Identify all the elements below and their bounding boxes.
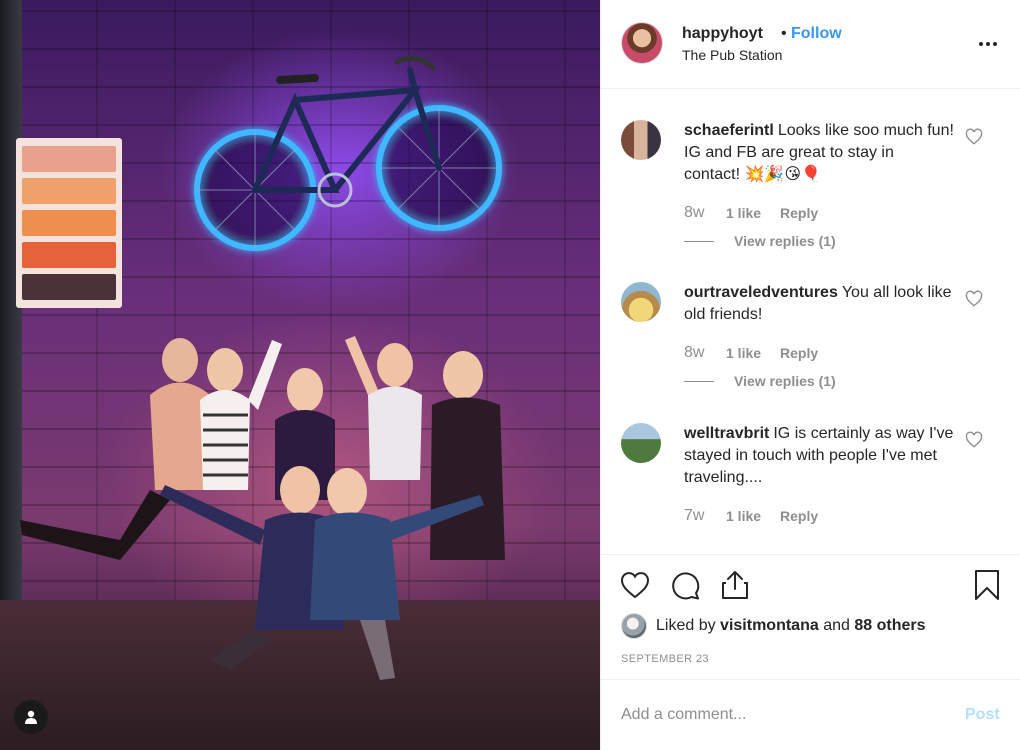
comment-time[interactable]: 8w [684, 204, 726, 222]
post-details-panel: happyhoyt • Follow The Pub Station schae… [600, 0, 1020, 750]
liked-by-row: Liked by visitmontana and 88 others [621, 613, 925, 639]
liked-by-prefix: Liked by [656, 617, 716, 634]
post-location[interactable]: The Pub Station [682, 47, 782, 63]
comment-text: ourtraveledventures You all look like old… [684, 282, 954, 326]
comment-like-heart-icon[interactable] [965, 128, 983, 146]
comment-meta: 8w 1 like Reply [684, 204, 818, 222]
comment-like-heart-icon[interactable] [965, 431, 983, 449]
commenter-username[interactable]: welltravbrit [684, 425, 769, 442]
reply-button[interactable]: Reply [780, 205, 818, 221]
post-photo[interactable] [0, 0, 600, 750]
more-options-icon[interactable] [976, 34, 1000, 54]
header-separator: • [781, 25, 787, 42]
replies-divider [684, 380, 714, 382]
comment-likes[interactable]: 1 like [726, 508, 780, 524]
replies-divider [684, 240, 714, 242]
post-comment-button[interactable]: Post [965, 706, 1000, 724]
comment-time[interactable]: 7w [684, 507, 726, 525]
comments-list[interactable]: schaeferintl Looks like soo much fun! IG … [601, 90, 1020, 553]
view-replies-button[interactable]: View replies (1) [684, 373, 836, 389]
comment-text: welltravbrit IG is certainly as way I've … [684, 423, 954, 489]
post-actions: Liked by visitmontana and 88 others SEPT… [601, 554, 1020, 679]
share-icon[interactable] [719, 569, 751, 601]
user-tag-icon[interactable] [14, 700, 48, 734]
commenter-username[interactable]: schaeferintl [684, 122, 774, 139]
group-of-people [20, 336, 505, 680]
author-avatar[interactable] [621, 22, 663, 64]
commenter-avatar[interactable] [621, 423, 661, 463]
author-username[interactable]: happyhoyt [682, 25, 763, 43]
comment-likes[interactable]: 1 like [726, 345, 780, 361]
view-replies-label: View replies (1) [734, 233, 836, 249]
commenter-avatar[interactable] [621, 120, 661, 160]
follow-button[interactable]: Follow [791, 25, 842, 43]
liked-by-user[interactable]: visitmontana [720, 617, 819, 635]
comment-likes[interactable]: 1 like [726, 205, 780, 221]
post-date[interactable]: SEPTEMBER 23 [621, 653, 709, 665]
add-comment-input[interactable] [621, 702, 951, 728]
heart-icon[interactable] [619, 569, 651, 601]
liked-by-others[interactable]: 88 others [854, 617, 925, 635]
reply-button[interactable]: Reply [780, 508, 818, 524]
commenter-avatar[interactable] [621, 282, 661, 322]
view-replies-label: View replies (1) [734, 373, 836, 389]
comment-time[interactable]: 8w [684, 344, 726, 362]
comment-icon[interactable] [669, 569, 701, 601]
commenter-username[interactable]: ourtraveledventures [684, 284, 838, 301]
neon-bicycle [194, 55, 502, 251]
view-replies-button[interactable]: View replies (1) [684, 233, 836, 249]
comment-meta: 7w 1 like Reply [684, 507, 818, 525]
comment-like-heart-icon[interactable] [965, 290, 983, 308]
comment-text: schaeferintl Looks like soo much fun! IG … [684, 120, 954, 186]
person-icon [25, 710, 37, 724]
reply-button[interactable]: Reply [780, 345, 818, 361]
liked-by-avatar[interactable] [621, 613, 647, 639]
liked-by-and: and [823, 617, 850, 634]
add-comment-section: Post [601, 679, 1020, 750]
comment-meta: 8w 1 like Reply [684, 344, 818, 362]
bookmark-icon[interactable] [971, 569, 1003, 601]
paint-swatch-sign [16, 138, 122, 308]
post-header: happyhoyt • Follow The Pub Station [601, 0, 1020, 89]
